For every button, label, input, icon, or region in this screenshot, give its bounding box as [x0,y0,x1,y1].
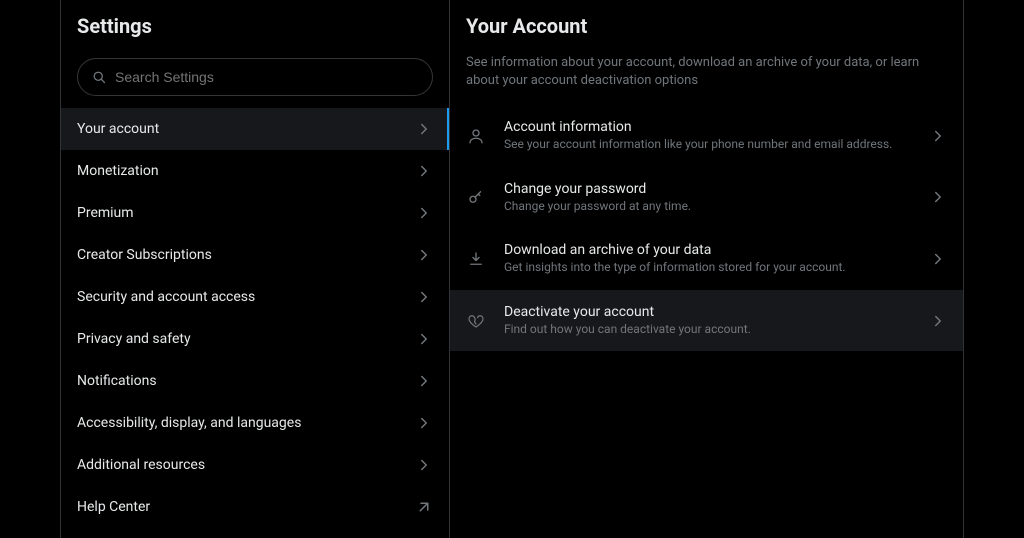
nav-item-premium[interactable]: Premium [61,192,449,234]
nav-item-label: Accessibility, display, and languages [77,415,301,431]
nav-item-monetization[interactable]: Monetization [61,150,449,192]
chevron-right-icon [415,414,433,432]
option-account-information[interactable]: Account information See your account inf… [450,105,963,167]
search-box[interactable] [77,58,433,96]
option-title: Deactivate your account [504,304,911,320]
option-deactivate-account[interactable]: Deactivate your account Find out how you… [450,290,963,352]
option-title: Account information [504,119,911,135]
user-icon [466,127,486,145]
settings-header: Settings [61,0,449,52]
search-wrap [61,52,449,108]
chevron-right-icon [929,127,947,145]
nav-item-label: Privacy and safety [77,331,191,347]
nav-item-help-center[interactable]: Help Center [61,486,449,528]
chevron-right-icon [415,204,433,222]
download-icon [466,250,486,268]
nav-item-privacy-and-safety[interactable]: Privacy and safety [61,318,449,360]
option-text: Download an archive of your data Get ins… [504,242,911,276]
detail-subtitle: See information about your account, down… [450,46,963,105]
chevron-right-icon [929,250,947,268]
settings-panel: Settings Your account Monetization Premi… [60,0,450,538]
nav-item-label: Your account [77,121,159,137]
settings-nav-list: Your account Monetization Premium Creato… [61,108,449,528]
option-list: Account information See your account inf… [450,105,963,351]
option-text: Change your password Change your passwor… [504,181,911,215]
chevron-right-icon [415,120,433,138]
nav-item-notifications[interactable]: Notifications [61,360,449,402]
external-link-icon [415,498,433,516]
nav-item-label: Creator Subscriptions [77,247,212,263]
nav-item-security-and-account-access[interactable]: Security and account access [61,276,449,318]
chevron-right-icon [415,330,433,348]
option-download-archive[interactable]: Download an archive of your data Get ins… [450,228,963,290]
nav-item-label: Additional resources [77,457,205,473]
detail-header: Your Account [450,0,963,46]
heartbreak-icon [466,312,486,330]
settings-title: Settings [77,14,433,38]
option-desc: Find out how you can deactivate your acc… [504,322,911,338]
nav-item-creator-subscriptions[interactable]: Creator Subscriptions [61,234,449,276]
key-icon [466,188,486,206]
option-text: Account information See your account inf… [504,119,911,153]
chevron-right-icon [929,188,947,206]
search-icon [92,70,107,85]
right-margin [964,0,1024,538]
search-input[interactable] [115,69,418,85]
nav-item-accessibility-display-languages[interactable]: Accessibility, display, and languages [61,402,449,444]
chevron-right-icon [415,162,433,180]
option-desc: Change your password at any time. [504,199,911,215]
nav-item-label: Help Center [77,499,150,515]
option-change-password[interactable]: Change your password Change your passwor… [450,167,963,229]
nav-item-label: Premium [77,205,134,221]
option-title: Download an archive of your data [504,242,911,258]
chevron-right-icon [929,312,947,330]
chevron-right-icon [415,246,433,264]
chevron-right-icon [415,372,433,390]
option-text: Deactivate your account Find out how you… [504,304,911,338]
option-title: Change your password [504,181,911,197]
detail-panel: Your Account See information about your … [450,0,964,538]
nav-item-label: Security and account access [77,289,255,305]
detail-title: Your Account [466,14,947,38]
option-desc: See your account information like your p… [504,137,911,153]
nav-item-additional-resources[interactable]: Additional resources [61,444,449,486]
chevron-right-icon [415,456,433,474]
nav-item-your-account[interactable]: Your account [61,108,449,150]
chevron-right-icon [415,288,433,306]
left-margin [0,0,60,538]
option-desc: Get insights into the type of informatio… [504,260,911,276]
nav-item-label: Notifications [77,373,157,389]
nav-item-label: Monetization [77,163,159,179]
